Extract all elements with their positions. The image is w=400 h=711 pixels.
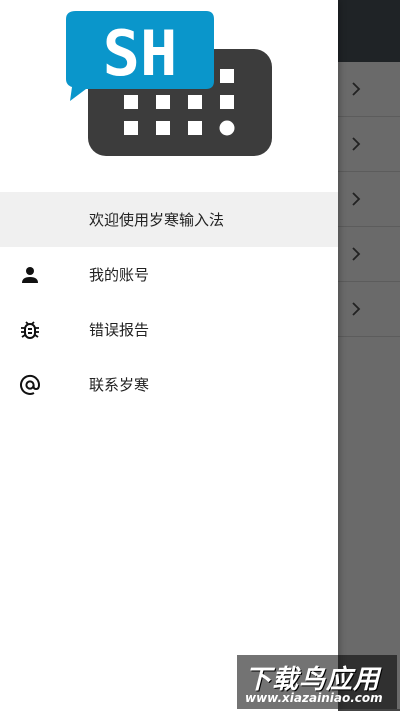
background-list-row <box>338 62 400 117</box>
chevron-right-icon <box>352 137 361 151</box>
background-list-row <box>338 172 400 227</box>
bug-icon <box>21 320 39 339</box>
drawer-header: SH <box>0 0 338 190</box>
menu-item-contact[interactable]: 联系岁寒 <box>0 357 338 412</box>
app-logo: SH <box>66 11 272 156</box>
menu-item-label: 我的账号 <box>89 266 150 284</box>
chevron-right-icon <box>352 82 361 96</box>
chevron-right-icon <box>352 302 361 316</box>
watermark-url: www.xiazainiao.com <box>245 691 383 705</box>
logo-text: SH <box>103 17 178 90</box>
menu-item-label: 联系岁寒 <box>89 376 150 394</box>
navigation-drawer: SH 欢迎使用岁寒输入法 我的账号 错误报告 联系岁寒 <box>0 0 338 711</box>
background-list-row <box>338 227 400 282</box>
at-sign-icon <box>20 374 41 395</box>
menu-item-welcome[interactable]: 欢迎使用岁寒输入法 <box>0 192 338 247</box>
menu-item-label: 欢迎使用岁寒输入法 <box>89 211 225 229</box>
menu-item-label: 错误报告 <box>89 321 150 339</box>
person-icon <box>22 266 38 283</box>
chevron-right-icon <box>352 192 361 206</box>
menu-item-bug-report[interactable]: 错误报告 <box>0 302 338 357</box>
background-list <box>338 62 400 337</box>
menu-item-my-account[interactable]: 我的账号 <box>0 247 338 302</box>
watermark: 下载鸟应用 www.xiazainiao.com <box>237 655 397 709</box>
chevron-right-icon <box>352 247 361 261</box>
background-list-row <box>338 117 400 172</box>
background-list-row <box>338 282 400 337</box>
